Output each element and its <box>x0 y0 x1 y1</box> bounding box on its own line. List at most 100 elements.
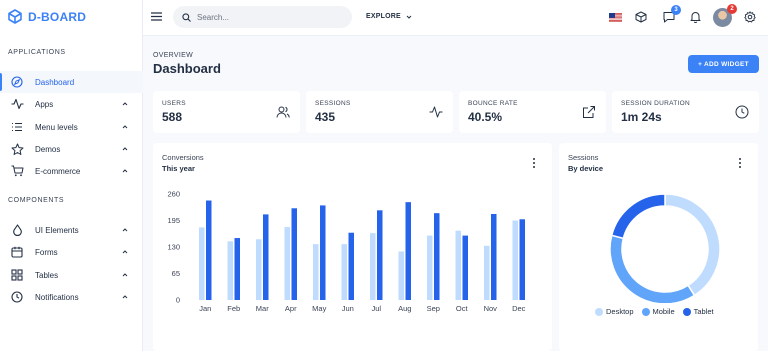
conversions-bar-chart: 260 195 130 65 0 Jan Feb Mar Apr May Jun Jul Aug Sep O… <box>167 190 526 314</box>
stat-value: 40.5% <box>468 110 503 124</box>
explore-label: EXPLORE <box>366 13 401 20</box>
slice-tablet[interactable] <box>610 193 666 240</box>
legend-item-desktop[interactable]: Desktop <box>595 307 634 316</box>
bar-nov-series-2[interactable] <box>491 213 497 300</box>
x-tick-label: May <box>312 304 326 313</box>
bar-jan-series-1[interactable] <box>199 227 205 300</box>
bell-icon[interactable] <box>688 10 702 24</box>
us-flag-icon[interactable] <box>608 10 622 24</box>
sidebar-item-label: E-commerce <box>35 166 81 176</box>
bar-dec-series-1[interactable] <box>512 220 519 301</box>
bar-aug-series-1[interactable] <box>398 251 405 300</box>
sidebar-item-label: Dashboard <box>35 77 75 87</box>
x-tick-label: Aug <box>398 304 411 313</box>
bar-apr-series-1[interactable] <box>284 227 291 300</box>
external-link-icon <box>583 106 595 118</box>
slice-desktop[interactable] <box>664 193 721 297</box>
page-title: Dashboard <box>153 61 221 76</box>
brand[interactable]: D-BOARD <box>8 9 86 24</box>
sessions-card: Sessions By device Desktop Mobile Tablet <box>559 143 758 351</box>
stat-value: 588 <box>162 110 183 124</box>
bar-mar-series-2[interactable] <box>263 214 269 300</box>
sidebar-item-label: Demos <box>35 144 61 154</box>
legend-label: Mobile <box>652 307 675 316</box>
legend-item-mobile[interactable]: Mobile <box>641 307 675 316</box>
sidebar-item-label: UI Elements <box>35 225 79 235</box>
add-widget-button[interactable]: + ADD WIDGET <box>688 55 759 73</box>
bar-jul-series-1[interactable] <box>370 233 376 300</box>
messages-badge: 3 <box>671 5 681 15</box>
sidebar-item-label: Forms <box>35 247 58 257</box>
bar-may-series-1[interactable] <box>313 244 319 300</box>
sidebar-item-apps[interactable]: Apps <box>0 93 143 115</box>
sidebar-item-ui-elements[interactable]: UI Elements <box>0 219 143 241</box>
y-tick-label: 260 <box>167 190 180 199</box>
legend-item-tablet[interactable]: Tablet <box>682 307 714 316</box>
clock-icon <box>735 105 749 119</box>
sidebar-item-label: Menu levels <box>35 122 78 132</box>
bar-sep-series-2[interactable] <box>434 213 440 300</box>
bar-feb-series-2[interactable] <box>234 238 241 300</box>
sidebar-item-label: Tables <box>35 270 59 280</box>
sidebar-item-dashboard[interactable]: Dashboard <box>0 71 143 93</box>
clock-icon <box>10 290 24 304</box>
x-tick-label: Sep <box>427 304 440 313</box>
bar-jun-series-2[interactable] <box>348 232 355 300</box>
cube-icon[interactable] <box>634 10 648 24</box>
legend-swatch <box>682 307 691 316</box>
sidebar-item-forms[interactable]: Forms <box>0 241 143 263</box>
menu-icon[interactable] <box>151 12 162 21</box>
messages-icon[interactable]: 3 <box>662 5 681 24</box>
stat-label: BOUNCE RATE <box>468 100 518 107</box>
bar-jan-series-2[interactable] <box>206 200 212 300</box>
star-icon <box>10 142 24 156</box>
chevron-up-icon <box>122 169 128 173</box>
stat-card-sessions: SESSIONS 435 <box>306 91 453 133</box>
sidebar-item-notifications[interactable]: Notifications <box>0 286 143 308</box>
bar-mar-series-1[interactable] <box>256 239 262 300</box>
chevron-up-icon <box>122 250 128 254</box>
bar-aug-series-2[interactable] <box>405 202 412 300</box>
sidebar-item-menu-levels[interactable]: Menu levels <box>0 116 143 138</box>
sessions-donut-chart <box>609 193 721 303</box>
explore-dropdown[interactable]: EXPLORE <box>366 13 412 20</box>
sidebar: D-BOARD APPLICATIONS Dashboard Apps Menu… <box>0 0 143 351</box>
search-box[interactable] <box>173 6 352 28</box>
bar-apr-series-2[interactable] <box>291 208 298 300</box>
section-label-applications: APPLICATIONS <box>8 49 66 56</box>
search-input[interactable] <box>197 12 337 22</box>
compass-icon <box>10 75 24 89</box>
sidebar-item-e-commerce[interactable]: E-commerce <box>0 160 143 182</box>
cart-icon <box>10 164 24 178</box>
x-tick-label: Apr <box>285 304 297 313</box>
bar-oct-series-1[interactable] <box>455 230 462 300</box>
settings-gear-icon[interactable] <box>743 10 757 24</box>
bar-may-series-2[interactable] <box>320 205 326 300</box>
chevron-up-icon <box>122 147 128 151</box>
avatar[interactable]: 2 <box>713 4 737 27</box>
slice-mobile[interactable] <box>609 234 696 303</box>
sidebar-item-tables[interactable]: Tables <box>0 264 143 286</box>
users-icon <box>276 106 290 118</box>
bar-sep-series-1[interactable] <box>427 235 433 300</box>
bar-jun-series-1[interactable] <box>341 244 348 300</box>
x-tick-label: Jan <box>199 304 211 313</box>
stat-label: SESSION DURATION <box>621 100 690 107</box>
y-tick-label: 65 <box>172 269 180 278</box>
chevron-up-icon <box>122 102 128 106</box>
bar-jul-series-2[interactable] <box>377 210 383 300</box>
legend-label: Tablet <box>693 307 714 316</box>
x-tick-label: Mar <box>256 304 269 313</box>
page-overline: OVERVIEW <box>153 52 194 59</box>
stat-card-bounce-rate: BOUNCE RATE 40.5% <box>459 91 606 133</box>
y-tick-label: 195 <box>167 216 180 225</box>
chevron-up-icon <box>122 228 128 232</box>
section-label-components: COMPONENTS <box>8 197 65 204</box>
legend-swatch <box>641 307 650 316</box>
bar-nov-series-1[interactable] <box>484 245 490 300</box>
sidebar-item-demos[interactable]: Demos <box>0 138 143 160</box>
bar-dec-series-2[interactable] <box>519 219 526 300</box>
bar-feb-series-1[interactable] <box>227 241 234 300</box>
search-icon <box>182 12 191 22</box>
bar-oct-series-2[interactable] <box>462 235 469 300</box>
